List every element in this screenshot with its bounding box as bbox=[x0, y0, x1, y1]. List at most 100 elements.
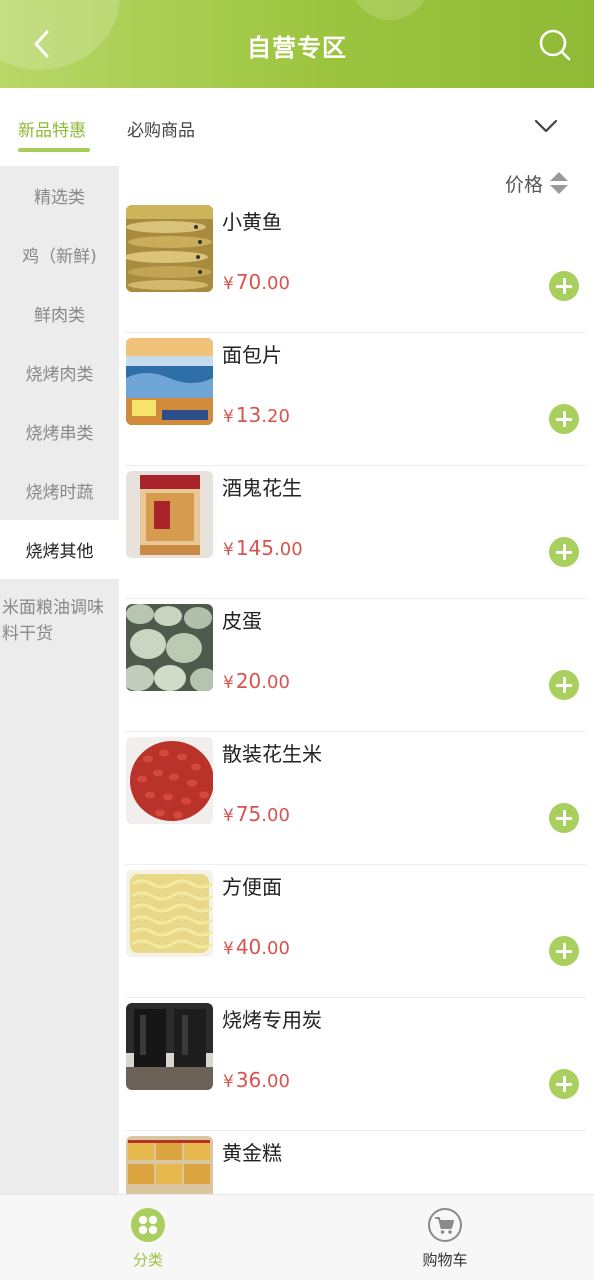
currency-symbol: ¥ bbox=[223, 540, 234, 560]
header-bar: 自营专区 bbox=[0, 0, 594, 88]
add-to-cart-button[interactable] bbox=[549, 404, 579, 434]
product-item[interactable]: 烧烤专用炭 ¥36.00 bbox=[119, 998, 594, 1131]
currency-symbol: ¥ bbox=[223, 939, 234, 959]
product-image[interactable] bbox=[126, 471, 213, 558]
price-decimal: .00 bbox=[261, 672, 290, 693]
add-to-cart-button[interactable] bbox=[549, 803, 579, 833]
product-price: ¥145.00 bbox=[223, 536, 303, 560]
product-price: ¥75.00 bbox=[223, 802, 290, 826]
product-price: ¥40.00 bbox=[223, 935, 290, 959]
product-item[interactable]: 方便面 ¥40.00 bbox=[119, 865, 594, 998]
tabs-expand-button[interactable] bbox=[532, 114, 560, 138]
product-image[interactable] bbox=[126, 870, 213, 957]
product-price: ¥20.00 bbox=[223, 669, 290, 693]
add-to-cart-button[interactable] bbox=[549, 936, 579, 966]
price-decimal: .00 bbox=[261, 805, 290, 826]
sidebar-item[interactable]: 烧烤肉类 bbox=[0, 343, 119, 402]
price-decimal: .00 bbox=[261, 273, 290, 294]
product-image[interactable] bbox=[126, 1003, 213, 1090]
product-item[interactable]: 酒鬼花生 ¥145.00 bbox=[119, 466, 594, 599]
add-to-cart-button[interactable] bbox=[549, 670, 579, 700]
product-image[interactable] bbox=[126, 604, 213, 691]
search-button[interactable] bbox=[536, 26, 574, 64]
product-price: ¥70.00 bbox=[223, 270, 290, 294]
header-decoration bbox=[350, 0, 430, 20]
product-name[interactable]: 面包片 bbox=[222, 339, 282, 368]
sort-label: 价格 bbox=[505, 173, 544, 196]
currency-symbol: ¥ bbox=[223, 1072, 234, 1092]
price-integer: 75 bbox=[235, 802, 262, 826]
product-name[interactable]: 方便面 bbox=[222, 871, 282, 900]
shopping-cart-icon bbox=[428, 1208, 462, 1242]
product-photo bbox=[126, 737, 213, 824]
product-name[interactable]: 皮蛋 bbox=[222, 605, 262, 634]
product-photo bbox=[126, 1003, 213, 1090]
product-name[interactable]: 黄金糕 bbox=[222, 1137, 282, 1166]
price-integer: 20 bbox=[235, 669, 262, 693]
product-image[interactable] bbox=[126, 205, 213, 292]
price-integer: 13 bbox=[235, 403, 262, 427]
product-name[interactable]: 烧烤专用炭 bbox=[222, 1004, 322, 1033]
product-image[interactable] bbox=[126, 737, 213, 824]
price-integer: 36 bbox=[235, 1068, 262, 1092]
price-decimal: .00 bbox=[274, 539, 303, 560]
product-item[interactable]: 皮蛋 ¥20.00 bbox=[119, 599, 594, 732]
product-price: ¥36.00 bbox=[223, 1068, 290, 1092]
chevron-down-icon bbox=[534, 119, 558, 133]
nav-category[interactable]: 分类 bbox=[88, 1207, 208, 1273]
price-decimal: .00 bbox=[261, 1071, 290, 1092]
product-item[interactable]: 散装花生米 ¥75.00 bbox=[119, 732, 594, 865]
price-decimal: .00 bbox=[261, 938, 290, 959]
currency-symbol: ¥ bbox=[223, 274, 234, 294]
search-icon bbox=[539, 29, 571, 61]
bottom-nav: 分类 购物车 bbox=[0, 1194, 594, 1280]
price-integer: 145 bbox=[235, 536, 275, 560]
nav-label: 购物车 bbox=[422, 1251, 468, 1269]
currency-symbol: ¥ bbox=[223, 407, 234, 427]
tab-label: 新品特惠 bbox=[18, 121, 86, 141]
price-integer: 70 bbox=[235, 270, 262, 294]
product-name[interactable]: 小黄鱼 bbox=[222, 206, 282, 235]
category-sidebar: 精选类 鸡（新鲜) 鲜肉类 烧烤肉类 烧烤串类 烧烤时蔬 烧烤其他 米面粮油调味… bbox=[0, 166, 119, 1194]
product-photo bbox=[126, 471, 213, 558]
category-grid-icon bbox=[131, 1208, 165, 1242]
sidebar-item-active[interactable]: 烧烤其他 bbox=[0, 520, 119, 579]
product-item[interactable]: 黄金糕 bbox=[119, 1131, 594, 1194]
product-photo bbox=[126, 870, 213, 957]
page-title: 自营专区 bbox=[247, 34, 347, 62]
sort-arrows-icon bbox=[550, 172, 569, 194]
nav-cart[interactable]: 购物车 bbox=[385, 1207, 505, 1273]
price-integer: 40 bbox=[235, 935, 262, 959]
product-image[interactable] bbox=[126, 338, 213, 425]
product-list: 小黄鱼 ¥70.00 面包片 ¥13.20 酒鬼花生 ¥ 145.00 皮蛋 ¥… bbox=[119, 200, 594, 1194]
tab-bar: 新品特惠 必购商品 bbox=[0, 88, 594, 166]
currency-symbol: ¥ bbox=[223, 673, 234, 693]
tab-must-buy[interactable]: 必购商品 bbox=[127, 116, 195, 141]
currency-symbol: ¥ bbox=[223, 806, 234, 826]
add-to-cart-button[interactable] bbox=[549, 271, 579, 301]
sidebar-item[interactable]: 烧烤时蔬 bbox=[0, 461, 119, 520]
tab-label: 必购商品 bbox=[127, 121, 195, 141]
product-item[interactable]: 小黄鱼 ¥70.00 bbox=[119, 200, 594, 333]
price-decimal: .20 bbox=[261, 406, 290, 427]
price-sort-button[interactable]: 价格 bbox=[505, 168, 569, 198]
sidebar-item[interactable]: 鸡（新鲜) bbox=[0, 225, 119, 284]
tab-new-deals[interactable]: 新品特惠 bbox=[18, 116, 90, 152]
nav-label: 分类 bbox=[132, 1251, 163, 1269]
page: 自营专区 新品特惠 必购商品 精选类 鸡（新鲜) 鲜肉类 烧烤肉类 烧烤串类 烧… bbox=[0, 0, 594, 1280]
sidebar-item[interactable]: 烧烤串类 bbox=[0, 402, 119, 461]
add-to-cart-button[interactable] bbox=[549, 537, 579, 567]
product-item[interactable]: 面包片 ¥13.20 bbox=[119, 333, 594, 466]
active-tab-indicator bbox=[18, 148, 90, 152]
sidebar-item[interactable]: 米面粮油调味料干货 bbox=[0, 579, 119, 659]
product-name[interactable]: 散装花生米 bbox=[222, 738, 322, 767]
product-photo bbox=[126, 338, 213, 425]
add-to-cart-button[interactable] bbox=[549, 1069, 579, 1099]
sidebar-item[interactable]: 精选类 bbox=[0, 166, 119, 225]
product-price: ¥13.20 bbox=[223, 403, 290, 427]
product-image[interactable] bbox=[126, 1136, 213, 1194]
product-photo bbox=[126, 205, 213, 292]
product-photo bbox=[126, 1136, 213, 1194]
product-name[interactable]: 酒鬼花生 bbox=[222, 472, 302, 501]
sidebar-item[interactable]: 鲜肉类 bbox=[0, 284, 119, 343]
